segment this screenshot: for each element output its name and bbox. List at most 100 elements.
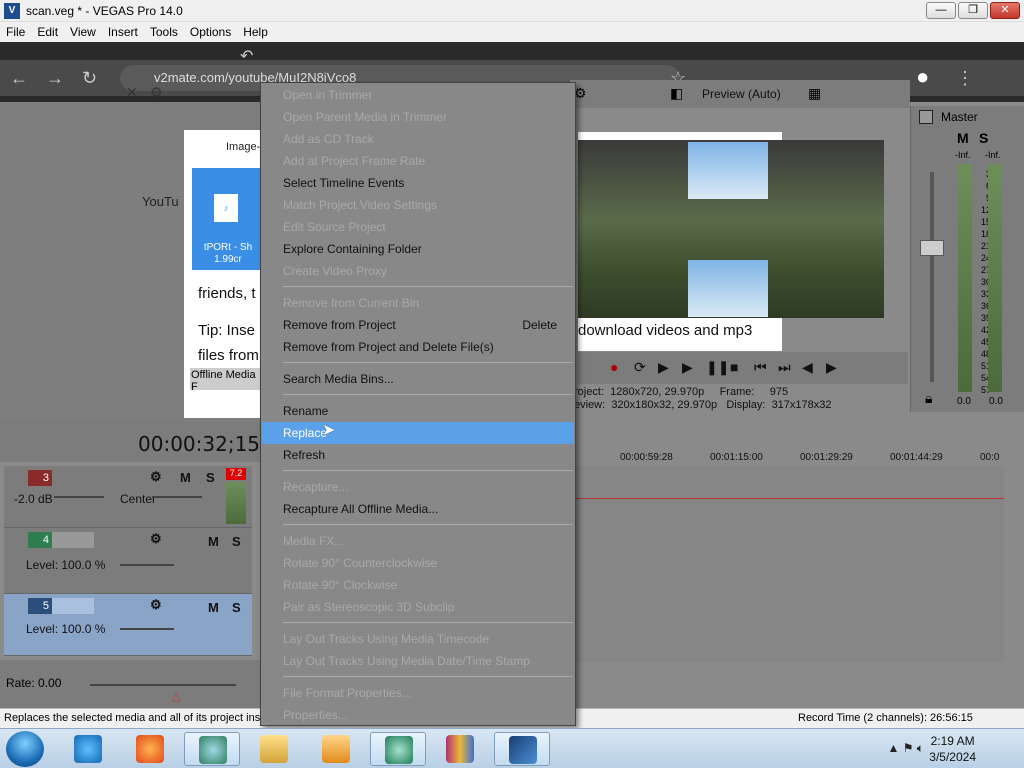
track-solo-button[interactable]: S: [232, 534, 241, 549]
menu-item-select-timeline-events[interactable]: Select Timeline Events: [262, 172, 574, 194]
maximize-button[interactable]: ❐: [958, 2, 988, 19]
system-tray-icons[interactable]: ▲ ⚑ 🔈︎: [887, 741, 924, 756]
pause-icon[interactable]: ❚❚: [706, 359, 729, 376]
clock[interactable]: 2:19 AM 3/5/2024: [929, 733, 976, 765]
menu-item-search-media-bins[interactable]: Search Media Bins...: [262, 368, 574, 390]
taskbar-app-2[interactable]: [370, 732, 426, 766]
menu-item-remove-from-project[interactable]: Remove from Project Delete: [262, 314, 574, 336]
track-mute-button[interactable]: M: [180, 470, 191, 485]
timeline-tracks[interactable]: [576, 466, 1004, 662]
taskbar-vegas[interactable]: [494, 732, 550, 766]
menu-item-label: Lay Out Tracks Using Media Date/Time Sta…: [283, 654, 530, 668]
selected-media-thumbnail[interactable]: ♪ tPORt - Sh 1.99cr: [192, 168, 260, 270]
menu-item-refresh[interactable]: Refresh: [262, 444, 574, 466]
prev-frame-icon[interactable]: ◀: [802, 359, 813, 376]
level-slider[interactable]: [120, 564, 174, 566]
taskbar-ie[interactable]: [60, 732, 116, 766]
master-level-right: 0.0: [989, 396, 1003, 407]
play-from-start-icon[interactable]: ▶: [658, 359, 669, 376]
overlays-icon[interactable]: ▦: [808, 85, 821, 102]
track-mute-button[interactable]: M: [208, 534, 219, 549]
go-to-end-icon[interactable]: ⏭: [778, 359, 791, 376]
taskbar-firefox[interactable]: [122, 732, 178, 766]
page-text-tip: Tip: Inse: [198, 322, 255, 339]
menu-item-recapture-all-offline-media[interactable]: Recapture All Offline Media...: [262, 498, 574, 520]
menu-insert[interactable]: Insert: [102, 22, 144, 39]
track-header-video-selected[interactable]: 5 Level: 100.0 % ⚙ M S: [4, 594, 252, 656]
master-meter-right: [988, 164, 1002, 392]
master-fader[interactable]: [920, 240, 944, 256]
next-frame-icon[interactable]: ▶: [826, 359, 837, 376]
lock-icon[interactable]: 🔒︎: [925, 390, 932, 407]
loop-icon[interactable]: ⟳: [634, 359, 646, 376]
menu-item-rename[interactable]: Rename: [262, 400, 574, 422]
ruler-label: 00:01:44:29: [890, 452, 943, 463]
menu-item-label: Rename: [283, 404, 329, 418]
menu-file[interactable]: File: [0, 22, 31, 39]
close-panel-icon[interactable]: ✕: [126, 84, 138, 101]
menu-item-explore-containing-folder[interactable]: Explore Containing Folder: [262, 238, 574, 260]
level-slider[interactable]: [120, 628, 174, 630]
windows-taskbar: ▲ ⚑ 🔈︎ 2:19 AM 3/5/2024: [0, 728, 1024, 768]
track-header-video[interactable]: 4 Level: 100.0 % ⚙ M S: [4, 528, 252, 594]
back-arrow-icon[interactable]: ←: [10, 68, 28, 89]
title-bar: V scan.veg * - VEGAS Pro 14.0 — ❐ ✕: [0, 0, 1024, 22]
rate-label: Rate: 0.00: [6, 676, 62, 690]
display-label: Display:: [726, 399, 766, 411]
volume-envelope[interactable]: [576, 498, 1004, 499]
track-name-field[interactable]: [52, 532, 94, 548]
taskbar-explorer[interactable]: [246, 732, 302, 766]
forward-arrow-icon[interactable]: →: [46, 68, 64, 89]
minimize-button[interactable]: —: [926, 2, 956, 19]
clock-time: 2:19 AM: [930, 734, 975, 748]
preview-quality-dropdown[interactable]: Preview (Auto): [702, 87, 781, 101]
menu-view[interactable]: View: [64, 22, 102, 39]
stop-icon[interactable]: ■: [730, 359, 738, 375]
menu-tools[interactable]: Tools: [144, 22, 184, 39]
close-button[interactable]: ✕: [990, 2, 1020, 19]
track-mute-button[interactable]: M: [208, 600, 219, 615]
gear-icon[interactable]: ⚙: [150, 469, 162, 485]
menu-separator: [283, 394, 573, 395]
track-solo-button[interactable]: S: [232, 600, 241, 615]
master-meter-left: [958, 164, 972, 392]
menu-item-pair-as-stereoscopic-3d-subclip: Pair as Stereoscopic 3D Subclip: [262, 596, 574, 618]
taskbar-media[interactable]: [308, 732, 364, 766]
menu-edit[interactable]: Edit: [31, 22, 64, 39]
timeline-ruler[interactable]: 00:00:59:28 00:01:15:00 00:01:29:29 00:0…: [576, 420, 1004, 466]
menu-item-remove-from-project-and-delete-file-s[interactable]: Remove from Project and Delete File(s): [262, 336, 574, 358]
reload-icon[interactable]: ↻: [82, 68, 97, 89]
menu-item-replace[interactable]: Replace: [262, 422, 574, 444]
menu-item-lay-out-tracks-using-media-date-time-stamp: Lay Out Tracks Using Media Date/Time Sta…: [262, 650, 574, 672]
split-screen-icon[interactable]: ◧: [670, 85, 683, 102]
menu-item-label: Refresh: [283, 448, 326, 462]
menu-help[interactable]: Help: [237, 22, 274, 39]
pan-slider[interactable]: [152, 496, 202, 498]
track-solo-button[interactable]: S: [206, 470, 215, 485]
volume-slider[interactable]: [54, 496, 104, 498]
browser-menu-icon[interactable]: ⋮: [956, 68, 974, 89]
record-icon[interactable]: ●: [610, 359, 618, 375]
profile-icon[interactable]: ●: [916, 64, 929, 90]
go-to-start-icon[interactable]: ⏮: [754, 359, 767, 376]
menu-item-label: Rotate 90° Clockwise: [283, 578, 398, 592]
menu-item-label: Pair as Stereoscopic 3D Subclip: [283, 600, 455, 614]
gear-icon[interactable]: ⚙: [150, 597, 162, 613]
taskbar-winrar[interactable]: [432, 732, 488, 766]
gear-icon[interactable]: ⚙: [150, 531, 162, 547]
start-button[interactable]: [6, 731, 44, 767]
master-mute-button[interactable]: M: [957, 130, 969, 146]
track-header-audio[interactable]: 3 -2.0 dB Center M S ⚙ 7.2: [4, 466, 252, 528]
menu-item-add-as-cd-track: Add as CD Track: [262, 128, 574, 150]
gear-icon[interactable]: ⚙: [150, 84, 163, 101]
track-name-field[interactable]: [52, 598, 94, 614]
rate-slider[interactable]: [90, 684, 236, 686]
menu-item-label: Rotate 90° Counterclockwise: [283, 556, 438, 570]
menu-item-properties: Properties...: [262, 704, 574, 726]
menu-separator: [283, 286, 573, 287]
play-icon[interactable]: ▶: [682, 359, 693, 376]
menu-options[interactable]: Options: [184, 22, 237, 39]
page-text-download: download videos and mp3: [578, 321, 782, 351]
taskbar-app-active[interactable]: [184, 732, 240, 766]
master-solo-button[interactable]: S: [979, 130, 988, 146]
